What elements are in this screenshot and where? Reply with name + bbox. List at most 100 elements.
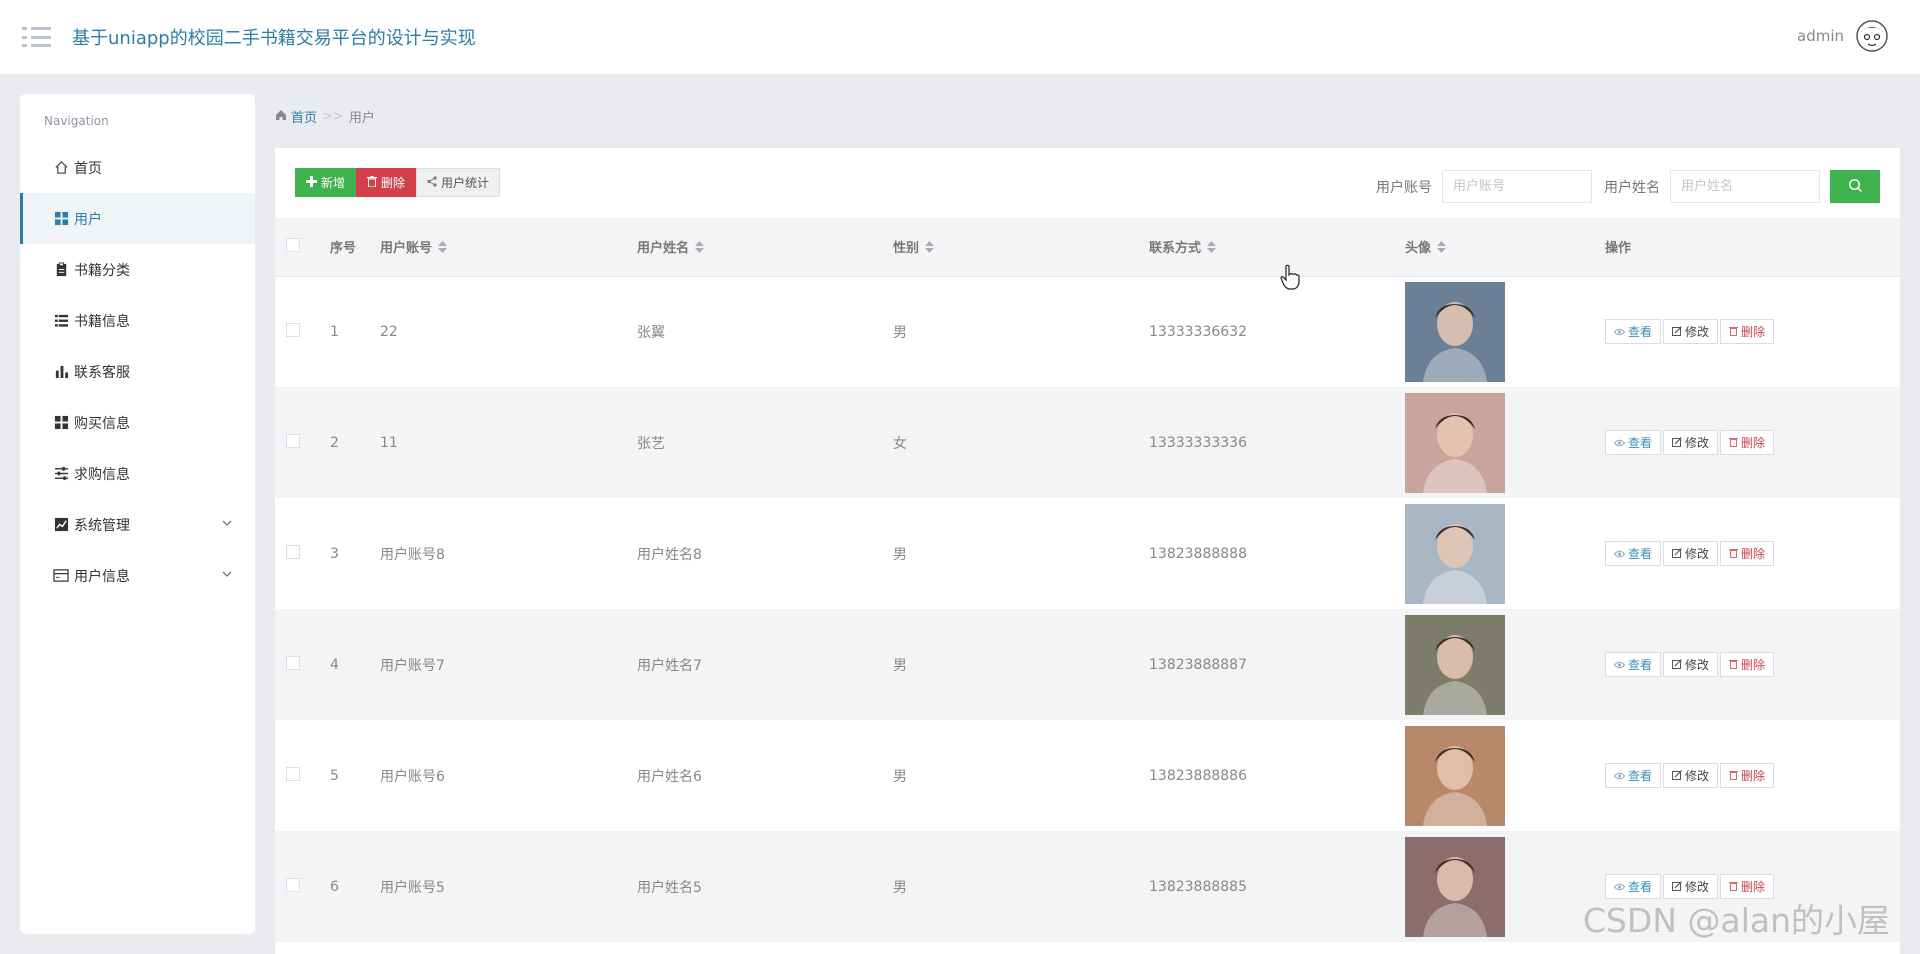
row-select-cell [275, 498, 330, 609]
username-label[interactable]: admin [1797, 27, 1844, 45]
sidebar-item-purchase-info[interactable]: 购买信息 [20, 397, 255, 448]
row-index: 1 [330, 323, 339, 340]
sort-icon[interactable] [1207, 240, 1217, 257]
toolbar: 新增 删除 用户统计 [295, 168, 501, 197]
breadcrumb-home-link[interactable]: 首页 [275, 107, 317, 126]
sidebar-item-wanted-info[interactable]: 求购信息 [20, 448, 255, 499]
row-checkbox[interactable] [286, 766, 300, 781]
sidebar-item-user-info[interactable]: 用户信息 [20, 550, 255, 601]
table-row: 5 用户账号6 用户姓名6 男 13823888886 查看 修改 删除 [275, 720, 1900, 831]
row-account: 11 [380, 387, 637, 498]
edit-button[interactable]: 修改 [1663, 541, 1719, 566]
column-header-name[interactable]: 用户姓名 [637, 218, 893, 277]
sort-icon[interactable] [438, 240, 448, 257]
sidebar-item-label: 联系客服 [74, 364, 130, 381]
view-button[interactable]: 查看 [1605, 541, 1662, 566]
view-button[interactable]: 查看 [1605, 652, 1662, 677]
row-phone: 13333333336 [1149, 387, 1405, 498]
search-button[interactable] [1830, 170, 1880, 203]
row-actions: 查看 修改 删除 [1605, 498, 1900, 609]
view-button[interactable]: 查看 [1605, 430, 1662, 455]
table-row: 2 11 张艺女 13333333336 查看 修改 删除 [275, 387, 1900, 498]
trash-icon [1729, 436, 1739, 450]
eye-icon [1613, 547, 1626, 561]
search-icon [1848, 178, 1863, 196]
user-stats-button[interactable]: 用户统计 [416, 168, 501, 197]
select-all-checkbox[interactable] [286, 237, 300, 252]
row-delete-button[interactable]: 删除 [1720, 652, 1775, 677]
row-delete-button[interactable]: 删除 [1720, 541, 1775, 566]
column-header-avatar[interactable]: 头像 [1405, 218, 1605, 277]
row-checkbox[interactable] [286, 544, 300, 559]
sidebar-item-book-category[interactable]: 书籍分类 [20, 244, 255, 295]
name-search-input[interactable] [1670, 170, 1820, 203]
view-button[interactable]: 查看 [1605, 763, 1662, 788]
edit-button[interactable]: 修改 [1663, 763, 1719, 788]
edit-button[interactable]: 修改 [1663, 652, 1719, 677]
column-header-account[interactable]: 用户账号 [380, 218, 637, 277]
row-delete-label: 删除 [1741, 769, 1766, 783]
column-header-phone[interactable]: 联系方式 [1149, 218, 1405, 277]
add-button[interactable]: 新增 [295, 168, 357, 197]
edit-icon [1672, 325, 1682, 339]
edit-button[interactable]: 修改 [1663, 430, 1719, 455]
chevron-down-icon[interactable] [221, 517, 233, 533]
row-checkbox[interactable] [286, 433, 300, 448]
row-gender: 男 [893, 831, 1149, 942]
row-name: 用户姓名8 [637, 546, 702, 563]
row-phone: 13823888885 [1149, 831, 1405, 942]
menu-toggle-icon[interactable] [22, 24, 52, 50]
row-checkbox[interactable] [286, 322, 300, 337]
user-menu[interactable]: admin [1797, 18, 1890, 54]
delete-button-label: 删除 [381, 176, 406, 190]
trash-icon [1729, 547, 1739, 561]
row-actions: 查看 修改 删除 [1605, 720, 1900, 831]
view-button[interactable]: 查看 [1605, 319, 1662, 345]
account-search-label: 用户账号 [1376, 179, 1432, 196]
row-avatar-cell [1405, 831, 1605, 942]
row-avatar-cell [1405, 720, 1605, 831]
view-button-label: 查看 [1628, 325, 1653, 340]
sidebar-item-label: 系统管理 [74, 517, 130, 534]
row-account: 用户账号7 [380, 609, 637, 720]
row-gender: 男 [893, 324, 907, 341]
sidebar-item-customer-service[interactable]: 联系客服 [20, 346, 255, 397]
edit-icon [1672, 547, 1682, 561]
column-header-index: 序号 [330, 218, 380, 277]
edit-button-label: 修改 [1685, 325, 1710, 340]
row-checkbox[interactable] [286, 655, 300, 670]
sidebar-item-home[interactable]: 首页 [20, 142, 255, 193]
chevron-down-icon[interactable] [221, 568, 233, 584]
row-checkbox[interactable] [286, 877, 300, 892]
select-all-cell [275, 218, 330, 277]
sort-icon[interactable] [1437, 240, 1447, 257]
sidebar: Navigation 首页 用户 书籍分类 书籍信息 联系客服 购买信息 求购信… [20, 94, 255, 934]
sort-icon[interactable] [695, 240, 705, 257]
row-delete-button[interactable]: 删除 [1720, 430, 1775, 455]
row-delete-button[interactable]: 删除 [1720, 319, 1775, 345]
edit-button-label: 修改 [1685, 658, 1710, 672]
hand-cursor-icon [1280, 264, 1300, 294]
account-search-input[interactable] [1442, 170, 1592, 203]
edit-button-label: 修改 [1685, 547, 1710, 561]
row-avatar-cell [1405, 387, 1605, 498]
sidebar-item-system-admin[interactable]: 系统管理 [20, 499, 255, 550]
trash-icon [1729, 658, 1739, 672]
list-icon [52, 312, 70, 330]
sidebar-item-users[interactable]: 用户 [20, 193, 255, 244]
edit-button[interactable]: 修改 [1663, 319, 1719, 345]
row-avatar-cell [1405, 609, 1605, 720]
breadcrumb-current: 用户 [348, 111, 375, 126]
row-name: 用户姓名5 [637, 831, 893, 942]
eye-icon [1613, 658, 1626, 672]
row-phone: 13823888887 [1149, 609, 1405, 720]
column-header-gender[interactable]: 性别 [893, 218, 1149, 277]
avatar[interactable] [1854, 18, 1890, 54]
sidebar-item-book-info[interactable]: 书籍信息 [20, 295, 255, 346]
table-row: 1 22 张翼 男 13333336632 查看 修改 删除 [275, 276, 1900, 387]
delete-button[interactable]: 删除 [356, 168, 417, 197]
sort-icon[interactable] [925, 240, 935, 257]
row-actions: 查看 修改 删除 [1605, 387, 1900, 498]
row-delete-button[interactable]: 删除 [1720, 763, 1775, 788]
breadcrumb-home-label[interactable]: 首页 [291, 107, 317, 126]
